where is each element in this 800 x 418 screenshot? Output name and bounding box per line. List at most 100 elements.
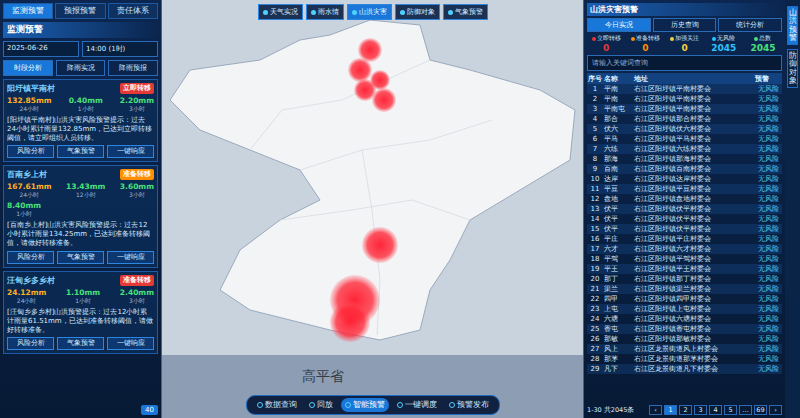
map[interactable]: 天气实况雨水情山洪灾害防御对象气象预警高平省数据查询回放智能预警一键调度预警发布 (162, 0, 583, 418)
warning-heat-spot[interactable] (348, 58, 372, 82)
map-layer-button[interactable]: 雨水情 (306, 4, 344, 20)
table-row[interactable]: 7六练右江区阳圩镇六练村委会无风险 (587, 144, 782, 154)
warning-heat-spot[interactable] (372, 88, 396, 112)
alert-button[interactable]: 一键响应 (107, 145, 154, 158)
left-tab[interactable]: 预报预警 (55, 3, 105, 19)
alert-button[interactable]: 风险分析 (7, 251, 54, 264)
alert-button[interactable]: 一键响应 (107, 337, 154, 350)
tool-icon (345, 402, 351, 408)
page-button[interactable]: 4 (709, 405, 722, 415)
table-row[interactable]: 15伏平右江区阳圩镇伏平村委会无风险 (587, 224, 782, 234)
side-tab[interactable]: 山洪预警 (787, 6, 799, 45)
page-button[interactable]: … (739, 405, 752, 415)
warning-heat-spot[interactable] (330, 302, 370, 342)
table-row[interactable]: 8那海右江区阳圩镇那海村委会无风险 (587, 154, 782, 164)
bottom-button[interactable]: 智能预警 (341, 398, 389, 412)
table-row[interactable]: 1平南右江区阳圩镇平南村委会无风险 (587, 84, 782, 94)
table-row[interactable]: 12盘地右江区阳圩镇盘地村委会无风险 (587, 194, 782, 204)
map-layer-button[interactable]: 防御对象 (395, 4, 440, 20)
filter-button[interactable]: 降雨预报 (108, 60, 158, 76)
left-tab[interactable]: 监测预警 (3, 3, 53, 19)
readings: 24.12mm24小时1.10mm1小时2.40mm3小时 (7, 288, 154, 306)
warning-heat-spot[interactable] (362, 227, 398, 263)
page-button[interactable]: 3 (694, 405, 707, 415)
left-tab[interactable]: 责任体系 (108, 3, 158, 19)
map-canvas[interactable] (162, 0, 583, 418)
alert-button[interactable]: 气象预警 (57, 251, 104, 264)
alert-badge: 准备转移 (120, 169, 154, 180)
reading: 13.43mm12小时 (66, 182, 105, 200)
right-tab[interactable]: 今日实况 (587, 18, 651, 32)
table-row[interactable]: 2平南右江区阳圩镇平南村委会无风险 (587, 94, 782, 104)
alert-text: [阳圩镇平南村]山洪灾害风险预警提示：过去24小时累计雨量132.85mm，已达… (7, 116, 154, 143)
table-row[interactable]: 9百南右江区阳圩镇百南村委会无风险 (587, 164, 782, 174)
right-tab[interactable]: 统计分析 (718, 18, 782, 32)
reading: 132.85mm24小时 (7, 96, 52, 114)
bottom-button[interactable]: 回放 (305, 398, 337, 412)
table-row[interactable]: 20那丁右江区阳圩镇那丁村委会无风险 (587, 274, 782, 284)
table-row[interactable]: 16平庄右江区阳圩镇平庄村委会无风险 (587, 234, 782, 244)
alert-card: 汪甸乡多乡村准备转移24.12mm24小时1.10mm1小时2.40mm3小时[… (3, 271, 158, 354)
bottom-button[interactable]: 预警发布 (445, 398, 493, 412)
alert-button[interactable]: 一键响应 (107, 251, 154, 264)
table-row[interactable]: 14伏平右江区阳圩镇伏平村委会无风险 (587, 214, 782, 224)
map-layer-button[interactable]: 气象预警 (443, 4, 488, 20)
table-row[interactable]: 5伏六右江区阳圩镇伏六村委会无风险 (587, 124, 782, 134)
table-row[interactable]: 4那合右江区阳圩镇那合村委会无风险 (587, 114, 782, 124)
alert-button[interactable]: 气象预警 (57, 145, 104, 158)
table-header: 序号名称地址预警 (587, 73, 782, 84)
right-title: 山洪灾害预警 (587, 3, 782, 16)
alert-buttons: 风险分析气象预警一键响应 (7, 337, 154, 350)
alert-button[interactable]: 风险分析 (7, 337, 54, 350)
table-row[interactable]: 22四甲右江区阳圩镇四甲村委会无风险 (587, 294, 782, 304)
readings: 167.61mm24小时13.43mm12小时3.60mm3小时8.40mm1小… (7, 182, 154, 219)
right-tab[interactable]: 历史查询 (653, 18, 717, 32)
alert-buttons: 风险分析气象预警一键响应 (7, 251, 154, 264)
reading: 3.60mm3小时 (120, 182, 154, 200)
table-row[interactable]: 11平豆右江区阳圩镇平豆村委会无风险 (587, 184, 782, 194)
table-row[interactable]: 6平马右江区阳圩镇平马村委会无风险 (587, 134, 782, 144)
bottom-button[interactable]: 一键调度 (393, 398, 441, 412)
alert-text: [汪甸乡多乡村]山洪预警提示：过去12小时累计雨量61.51mm，已达到准备转移… (7, 308, 154, 335)
date-field[interactable]: 2025-06-26 (3, 41, 79, 57)
table-row[interactable]: 24六塘右江区阳圩镇六塘村委会无风险 (587, 314, 782, 324)
map-layer-button[interactable]: 山洪灾害 (347, 4, 392, 20)
table-row[interactable]: 3平南屯右江区阳圩镇平南村委会无风险 (587, 104, 782, 114)
table-row[interactable]: 21渠兰右江区阳圩镇渠兰村委会无风险 (587, 284, 782, 294)
table-row[interactable]: 27风上右江区龙景街道风上村委会无风险 (587, 344, 782, 354)
time-field[interactable]: 14:00 (1时) (82, 41, 158, 57)
tool-icon (257, 402, 263, 408)
stat-item: 加强关注0 (665, 34, 703, 53)
table-row[interactable]: 29凡下右江区龙景街道凡下村委会无风险 (587, 364, 782, 374)
map-layer-button[interactable]: 天气实况 (258, 4, 303, 20)
table-row[interactable]: 26那敏右江区阳圩镇那敏村委会无风险 (587, 334, 782, 344)
page-button[interactable]: 2 (679, 405, 692, 415)
side-tab[interactable]: 防御对象 (787, 49, 799, 88)
stats-row: 立即转移0准备转移0加强关注0无风险2045总数2045 (587, 34, 782, 53)
table-row[interactable]: 25香屯右江区阳圩镇香屯村委会无风险 (587, 324, 782, 334)
status-dot-icon (670, 37, 674, 41)
table-row[interactable]: 13伏平右江区阳圩镇伏平村委会无风险 (587, 204, 782, 214)
column-header: 地址 (633, 74, 754, 84)
table-row[interactable]: 17六才右江区阳圩镇六才村委会无风险 (587, 244, 782, 254)
alert-button[interactable]: 风险分析 (7, 145, 54, 158)
right-panel: 山洪灾害预警今日实况历史查询统计分析立即转移0准备转移0加强关注0无风险2045… (583, 0, 785, 418)
table-row[interactable]: 18平驾右江区阳圩镇平驾村委会无风险 (587, 254, 782, 264)
table-row[interactable]: 23上屯右江区阳圩镇上屯村委会无风险 (587, 304, 782, 314)
date-row: 2025-06-2614:00 (1时) (3, 41, 158, 57)
table-row[interactable]: 10达岸右江区阳圩镇达岸村委会无风险 (587, 174, 782, 184)
alert-button[interactable]: 气象预警 (57, 337, 104, 350)
bottom-button[interactable]: 数据查询 (253, 398, 301, 412)
search-field[interactable]: 请输入关键词查询 (587, 55, 782, 71)
filter-button[interactable]: 降雨实况 (56, 60, 106, 76)
filter-button[interactable]: 时段分析 (3, 60, 53, 76)
table-row[interactable]: 19平王右江区阳圩镇平王村委会无风险 (587, 264, 782, 274)
next-button[interactable]: › (769, 405, 782, 415)
page-button[interactable]: 5 (724, 405, 737, 415)
warning-heat-spot[interactable] (370, 70, 390, 90)
page-button[interactable]: 1 (664, 405, 677, 415)
alert-badge: 准备转移 (120, 275, 154, 286)
table-row[interactable]: 28那茅右江区龙景街道那茅村委会无风险 (587, 354, 782, 364)
page-button[interactable]: 69 (754, 405, 767, 415)
prev-button[interactable]: ‹ (649, 405, 662, 415)
